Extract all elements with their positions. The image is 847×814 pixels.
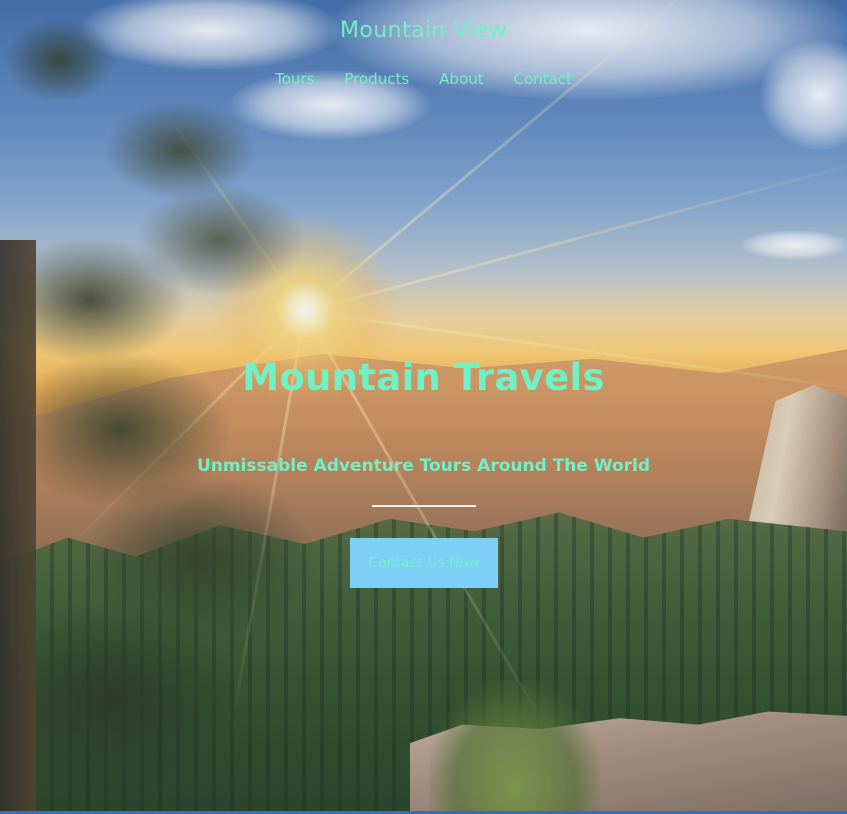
tint-overlay	[0, 0, 847, 814]
hero-divider	[372, 505, 476, 507]
contact-us-button[interactable]: Contact Us Now	[350, 538, 498, 588]
site-brand[interactable]: Mountain View	[0, 18, 847, 43]
nav-link-contact[interactable]: Contact	[514, 70, 572, 88]
hero-tagline: Unmissable Adventure Tours Around The Wo…	[196, 456, 651, 476]
main-nav: Tours Products About Contact	[0, 70, 847, 88]
nav-link-about[interactable]: About	[439, 70, 483, 88]
nav-link-products[interactable]: Products	[344, 70, 409, 88]
hero-title: Mountain Travels	[242, 356, 605, 399]
nav-link-tours[interactable]: Tours	[275, 70, 314, 88]
hero-background-image	[0, 0, 847, 814]
